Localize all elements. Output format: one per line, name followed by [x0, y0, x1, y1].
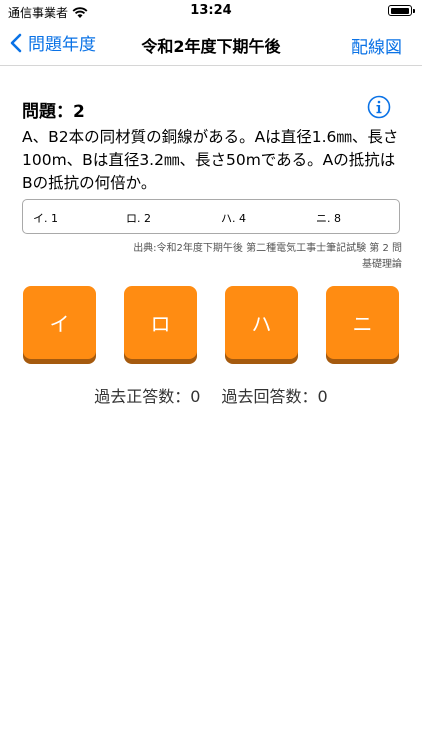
answer-button-ha[interactable]: ハ [225, 286, 298, 359]
choice-i: イ. 1 [33, 212, 58, 225]
question-text: A、B2本の同材質の銅線がある。Aは直径1.6㎜、長さ100m、Bは直径3.2㎜… [22, 128, 399, 192]
choice-ni: ニ. 8 [316, 212, 341, 225]
question-number: 問題：2 [22, 102, 85, 122]
answer-button-i[interactable]: イ [23, 286, 96, 359]
choice-ro: ロ. 2 [126, 212, 151, 225]
status-time: 13:24 [190, 3, 232, 18]
answered-count: 過去回答数：0 [221, 387, 328, 406]
choices-box: イ. 1 ロ. 2 ハ. 4 ニ. 8 [22, 199, 400, 234]
answer-stats: 過去正答数：0 過去回答数：0 [0, 383, 422, 407]
status-bar: 通信事業者 13:24 [0, 0, 422, 22]
choice-ha: ハ. 4 [221, 212, 246, 225]
source-line-1: 出典:令和2年度下期午後 第二種電気工事士筆記試験 第 2 問 [133, 243, 402, 254]
navigation-bar: 問題年度 令和2年度下期午後 配線図 [0, 22, 422, 66]
wiring-diagram-button[interactable]: 配線図 [351, 33, 402, 58]
source-citation: 出典:令和2年度下期午後 第二種電気工事士筆記試験 第 2 問 基礎理論 [102, 241, 402, 273]
battery-icon [388, 5, 415, 16]
info-icon[interactable] [367, 95, 391, 119]
answer-button-ni[interactable]: ニ [326, 286, 399, 359]
answer-button-ro[interactable]: ロ [124, 286, 197, 359]
correct-count: 過去正答数：0 [94, 387, 201, 406]
source-line-2: 基礎理論 [362, 259, 402, 270]
